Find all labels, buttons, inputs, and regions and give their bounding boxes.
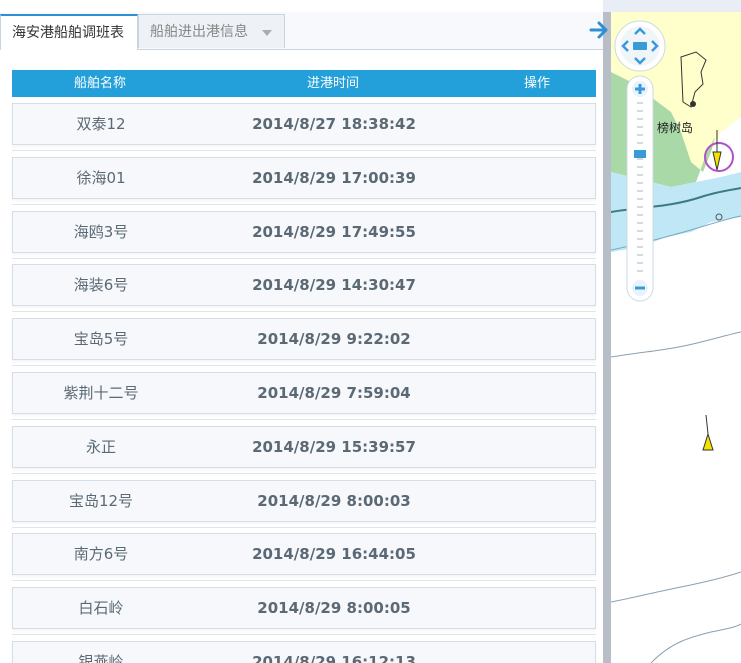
ship-name: 双泰12	[76, 115, 126, 133]
table-header: 船舶名称 进港时间 操作	[12, 70, 596, 97]
zoom-slider[interactable]	[626, 75, 654, 302]
table-row[interactable]: 宝岛12号 2014/8/29 8:00:03	[12, 480, 596, 522]
arrival-time: 2014/8/29 16:12:13	[252, 653, 416, 663]
ship-name: 紫荆十二号	[63, 384, 139, 402]
arrival-time: 2014/8/29 8:00:05	[257, 599, 411, 617]
row-divider	[12, 580, 596, 581]
depth-contour-5	[650, 623, 741, 663]
table-row[interactable]: 徐海01 2014/8/29 17:00:39	[12, 157, 596, 199]
table-row[interactable]: 海鸥3号 2014/8/29 17:49:55	[12, 211, 596, 253]
arrival-time: 2014/8/29 16:44:05	[252, 545, 416, 563]
table-row[interactable]: 南方6号 2014/8/29 16:44:05	[12, 533, 596, 575]
arrival-time: 2014/8/29 17:00:39	[252, 169, 416, 187]
ship-name: 白石岭	[78, 599, 124, 617]
row-divider	[12, 473, 596, 474]
table-row[interactable]: 银燕岭 2014/8/29 16:12:13	[12, 641, 596, 663]
depth-contour-4	[611, 571, 741, 603]
tab-schedule[interactable]: 海安港船舶调班表	[0, 14, 138, 50]
island-label: 榜树岛	[657, 121, 694, 135]
left-panel: 海安港船舶调班表 船舶进出港信息 船舶名称 进港时间 操作 双泰12 2014/8…	[0, 0, 603, 663]
arrival-time: 2014/8/29 9:22:02	[257, 330, 411, 348]
tab-port-info[interactable]: 船舶进出港信息	[138, 14, 285, 48]
table-row[interactable]: 紫荆十二号 2014/8/29 7:59:04	[12, 372, 596, 414]
plus-icon[interactable]	[632, 81, 648, 97]
table-row[interactable]: 宝岛5号 2014/8/29 9:22:02	[12, 318, 596, 360]
table-row[interactable]: 海装6号 2014/8/29 14:30:47	[12, 264, 596, 306]
chevron-down-icon[interactable]	[262, 30, 272, 36]
ship-name: 徐海01	[76, 169, 126, 187]
row-divider	[12, 204, 596, 205]
arrival-time: 2014/8/29 14:30:47	[252, 276, 416, 294]
buoy	[690, 101, 696, 107]
arrival-time: 2014/8/29 7:59:04	[257, 384, 411, 402]
tab-port-info-label: 船舶进出港信息	[150, 24, 248, 40]
ship-name: 永正	[85, 438, 116, 456]
zoom-thumb[interactable]	[634, 150, 646, 158]
depth-contour-3	[611, 331, 741, 358]
header-operation: 操作	[523, 76, 550, 91]
table-row[interactable]: 白石岭 2014/8/29 8:00:05	[12, 587, 596, 629]
header-arrival-time: 进港时间	[306, 76, 359, 91]
ship-name: 宝岛12号	[68, 492, 134, 510]
row-divider	[12, 258, 596, 259]
zoom-control[interactable]	[626, 75, 654, 302]
ship-heading-line-2	[705, 414, 709, 435]
arrival-time: 2014/8/29 15:39:57	[252, 438, 416, 456]
arrival-time: 2014/8/27 18:38:42	[252, 115, 416, 133]
ship-name: 南方6号	[73, 545, 129, 563]
table-row[interactable]: 永正 2014/8/29 15:39:57	[12, 426, 596, 468]
arrow-right-icon[interactable]	[588, 19, 610, 41]
ship-name: 宝岛5号	[73, 330, 129, 348]
ship-name: 银燕岭	[78, 653, 124, 663]
table-row[interactable]: 双泰12 2014/8/27 18:38:42	[12, 103, 596, 145]
minus-icon[interactable]	[632, 280, 648, 296]
scrollbar[interactable]	[603, 12, 611, 663]
row-divider	[12, 527, 596, 528]
header-ship-name: 船舶名称	[73, 76, 126, 91]
pan-control-icon[interactable]	[614, 20, 666, 72]
ship-name: 海装6号	[73, 276, 129, 294]
row-divider	[12, 365, 596, 366]
ship-marker[interactable]	[712, 151, 722, 171]
row-divider	[12, 419, 596, 420]
arrival-time: 2014/8/29 17:49:55	[252, 223, 416, 241]
ship-name: 海鸥3号	[73, 223, 129, 241]
row-divider	[12, 150, 596, 151]
arrival-time: 2014/8/29 8:00:03	[257, 492, 411, 510]
ship-marker-2[interactable]	[702, 432, 714, 451]
tab-bar: 海安港船舶调班表 船舶进出港信息	[0, 12, 603, 50]
row-divider	[12, 311, 596, 312]
row-divider	[12, 634, 596, 635]
